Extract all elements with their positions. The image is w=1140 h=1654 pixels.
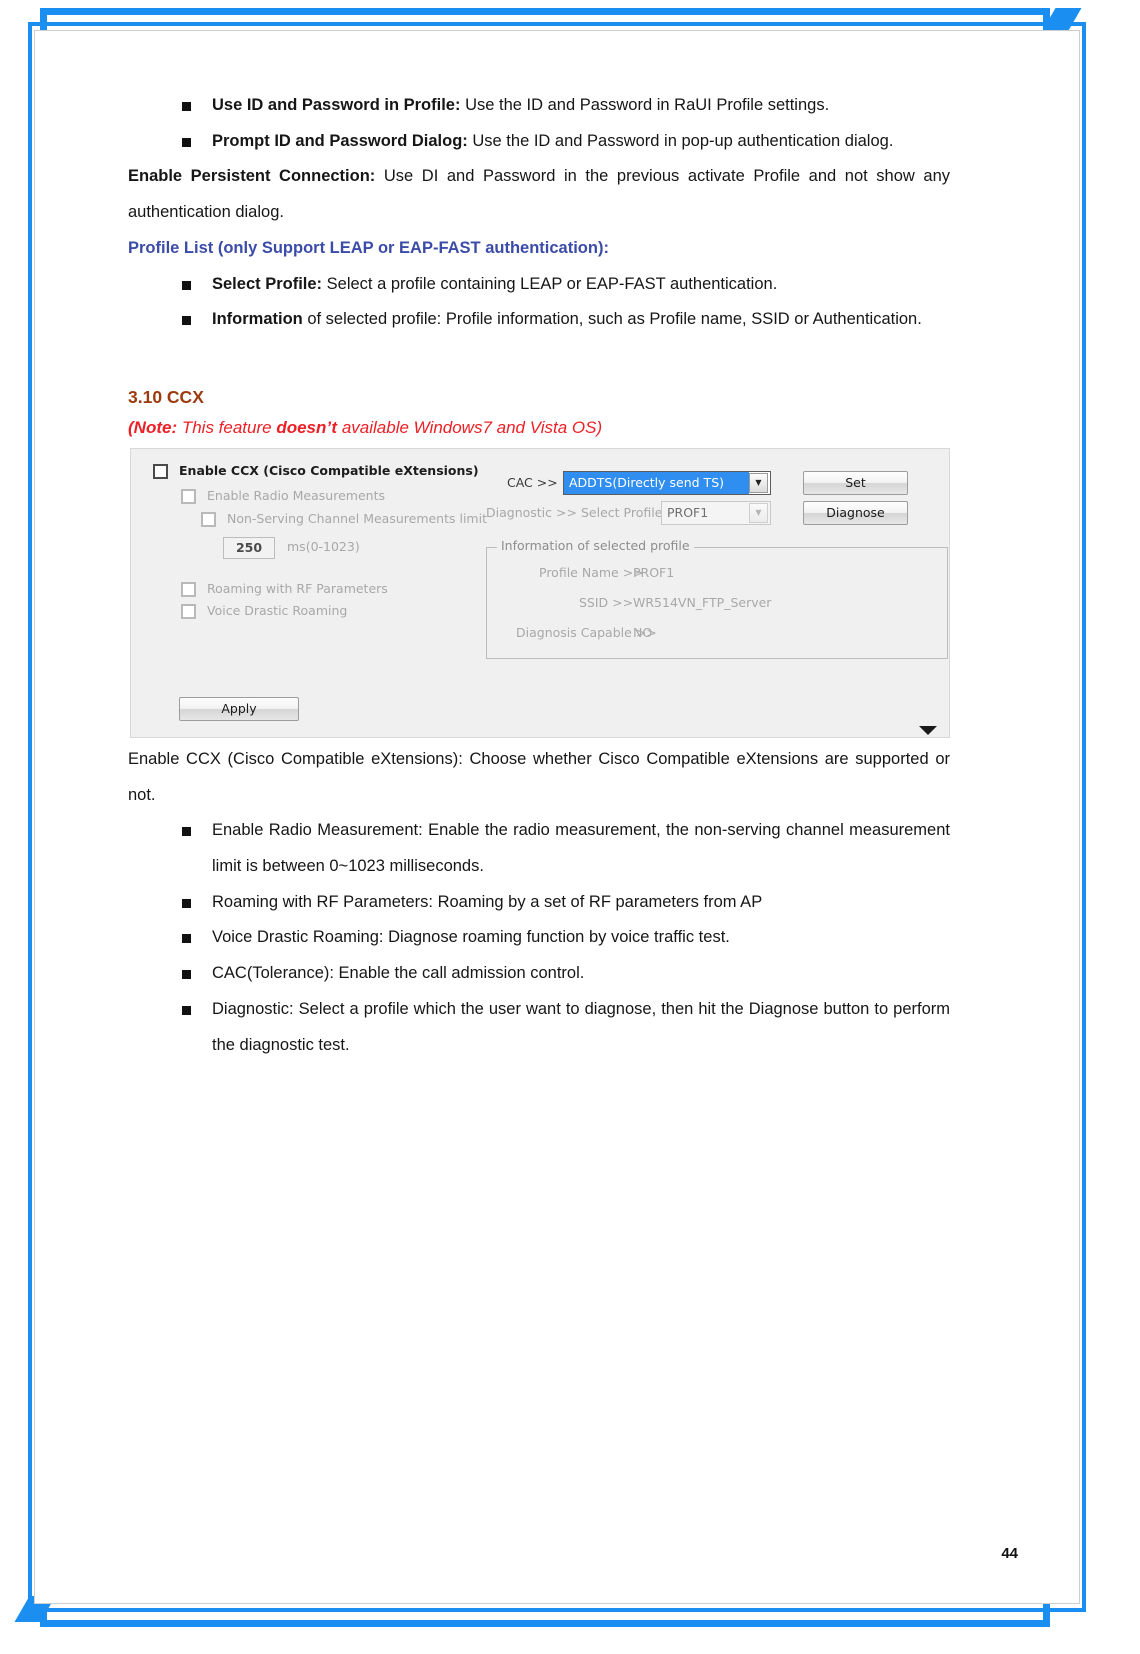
persistent-connection-paragraph: Enable Persistent Connection: Use DI and…: [128, 159, 950, 230]
bullet-text: Use the ID and Password in pop-up authen…: [467, 131, 894, 150]
list-item: Use ID and Password in Profile: Use the …: [128, 88, 950, 124]
feature-note: (Note: This feature doesn’t available Wi…: [128, 412, 950, 444]
dropdown-select-profile-value: PROF1: [667, 504, 709, 520]
list-item: Diagnostic: Select a profile which the u…: [128, 992, 950, 1063]
label-diagnostic: Diagnostic >>: [486, 504, 577, 520]
border-top-outer: [40, 8, 1050, 15]
ccx-description-paragraph: Enable CCX (Cisco Compatible eXtensions)…: [128, 749, 950, 804]
checkbox-label-roaming-with-rf-parameters: Roaming with RF Parameters: [207, 580, 388, 596]
list-item: Select Profile: Select a profile contain…: [128, 267, 950, 303]
border-right-bottom-stub: [1043, 1604, 1050, 1627]
page-number: 44: [1001, 1545, 1018, 1562]
border-left: [28, 22, 32, 1612]
ccx-settings-screenshot: Enable CCX (Cisco Compatible eXtensions)…: [130, 447, 950, 738]
note-rest: available Windows7 and Vista OS): [337, 417, 603, 437]
diagnose-button[interactable]: Diagnose: [803, 500, 908, 525]
bullet-label: Select Profile:: [212, 274, 323, 293]
profile-list-heading: Profile List (only Support LEAP or EAP-F…: [128, 238, 609, 257]
checkbox-label-voice-drastic-roaming: Voice Drastic Roaming: [207, 602, 348, 618]
value-diagnosis-capable: NO: [633, 624, 653, 640]
border-bottom-outer: [40, 1620, 1050, 1627]
label-ssid: SSID >>: [579, 594, 634, 610]
dropdown-cac-value: ADDTS(Directly send TS): [564, 471, 749, 494]
value-profile-name: PROF1: [633, 564, 675, 580]
checkbox-label-enable-radio-measurements: Enable Radio Measurements: [207, 487, 385, 503]
list-item: Information of selected profile: Profile…: [128, 302, 950, 338]
border-left-top-stub: [40, 8, 47, 30]
bullet-text: Voice Drastic Roaming: Diagnose roaming …: [212, 928, 730, 947]
note-mid: This feature: [177, 417, 277, 437]
list-item: CAC(Tolerance): Enable the call admissio…: [128, 956, 950, 992]
list-item: Prompt ID and Password Dialog: Use the I…: [128, 124, 950, 160]
input-measurement-limit-ms[interactable]: 250: [223, 536, 275, 559]
bullet-label: Information: [212, 310, 303, 329]
border-top-inner: [28, 22, 1086, 26]
checkbox-enable-ccx[interactable]: [153, 463, 168, 479]
checkbox-enable-radio-measurements[interactable]: [181, 488, 196, 504]
dropdown-cac[interactable]: ADDTS(Directly send TS) ▼: [563, 470, 771, 495]
bullet-text: Roaming with RF Parameters: Roaming by a…: [212, 892, 763, 911]
checkbox-roaming-with-rf-parameters[interactable]: [181, 581, 196, 597]
bullet-label: Use ID and Password in Profile:: [212, 96, 461, 114]
checkbox-non-serving-channel-limit[interactable]: [201, 511, 216, 527]
bullet-text: of selected profile: Profile information…: [302, 310, 922, 329]
value-ssid: WR514VN_FTP_Server: [633, 594, 772, 610]
bullet-text: CAC(Tolerance): Enable the call admissio…: [212, 964, 585, 983]
persistent-connection-label: Enable Persistent Connection:: [128, 167, 376, 186]
label-select-profile: Select Profile: [581, 504, 663, 520]
profile-bullet-list: Select Profile: Select a profile contain…: [128, 267, 950, 338]
list-item: Roaming with RF Parameters: Roaming by a…: [128, 885, 950, 921]
bullet-text: Enable Radio Measurement: Enable the rad…: [212, 821, 950, 876]
list-item: Enable Radio Measurement: Enable the rad…: [128, 813, 950, 884]
border-bottom-inner: [28, 1608, 1086, 1612]
checkbox-label-enable-ccx: Enable CCX (Cisco Compatible eXtensions): [179, 462, 479, 478]
set-button[interactable]: Set: [803, 470, 908, 495]
bullet-text: Diagnostic: Select a profile which the u…: [212, 999, 950, 1054]
document-body: Use ID and Password in Profile: Use the …: [128, 88, 950, 1063]
dropdown-select-profile[interactable]: PROF1 ▼: [661, 500, 771, 525]
label-cac: CAC >>: [507, 474, 558, 490]
bullet-label: Prompt ID and Password Dialog:: [212, 131, 468, 150]
apply-button[interactable]: Apply: [179, 696, 299, 721]
section-heading-3-10-ccx: 3.10 CCX: [128, 386, 204, 407]
checkbox-label-non-serving-channel-limit: Non-Serving Channel Measurements limit: [227, 510, 487, 526]
chevron-down-icon[interactable]: ▼: [749, 472, 768, 493]
bullet-text: Use the ID and Password in RaUI Profile …: [460, 96, 830, 114]
ccx-bullet-list: Enable Radio Measurement: Enable the rad…: [128, 813, 950, 1063]
note-prefix: (Note:: [128, 417, 178, 437]
list-item: Voice Drastic Roaming: Diagnose roaming …: [128, 920, 950, 956]
label-profile-name: Profile Name >>: [539, 564, 644, 580]
label-ms-range: ms(0-1023): [287, 538, 360, 554]
intro-bullet-list: Use ID and Password in Profile: Use the …: [128, 88, 950, 159]
scroll-down-icon[interactable]: [919, 725, 937, 735]
border-right: [1082, 22, 1086, 1612]
group-title-information: Information of selected profile: [497, 539, 694, 553]
bullet-text: Select a profile containing LEAP or EAP-…: [322, 274, 778, 293]
note-emphasis: doesn’t: [276, 417, 338, 437]
chevron-down-icon[interactable]: ▼: [749, 502, 768, 523]
checkbox-voice-drastic-roaming[interactable]: [181, 603, 196, 619]
